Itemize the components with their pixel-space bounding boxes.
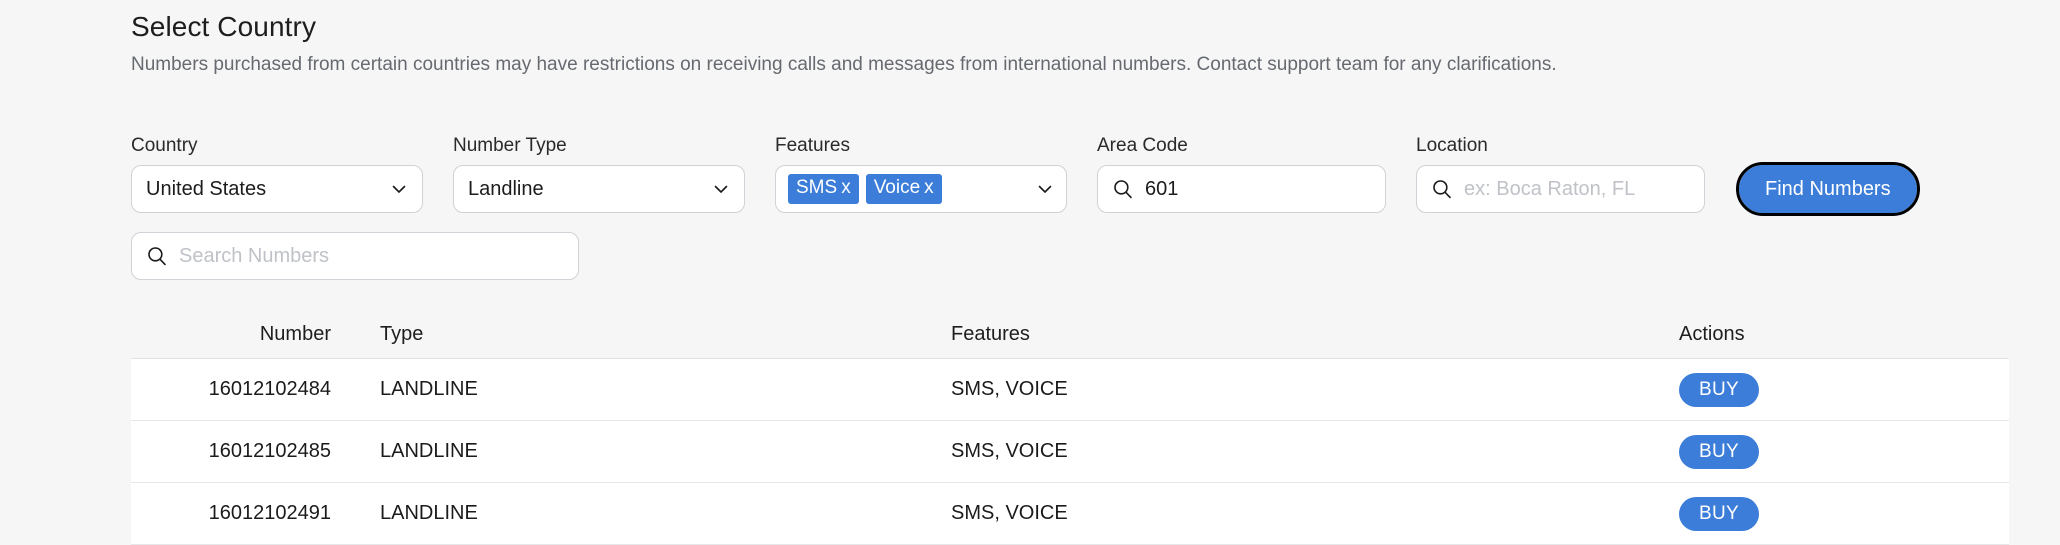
cell-features: SMS, VOICE bbox=[951, 440, 1068, 462]
remove-icon[interactable]: x bbox=[841, 177, 851, 198]
number-type-field: Number Type Landline bbox=[453, 134, 745, 213]
location-label: Location bbox=[1416, 135, 1488, 156]
chevron-down-icon bbox=[390, 180, 408, 198]
cell-number: 16012102484 bbox=[208, 378, 331, 400]
features-tag-list: SMS x Voice x bbox=[788, 174, 942, 204]
search-icon bbox=[1431, 178, 1453, 200]
page-header: Select Country Numbers purchased from ce… bbox=[0, 0, 2060, 79]
search-icon bbox=[1112, 178, 1134, 200]
area-code-value: 601 bbox=[1145, 177, 1179, 200]
cell-features: SMS, VOICE bbox=[951, 502, 1068, 524]
numbers-table: Number Type Features Actions 16012102484… bbox=[131, 310, 2009, 545]
chevron-down-icon bbox=[712, 180, 730, 198]
location-field: Location ex: Boca Raton, FL bbox=[1416, 134, 1705, 213]
cell-type: LANDLINE bbox=[380, 440, 478, 462]
country-select[interactable]: United States bbox=[131, 165, 423, 213]
search-icon bbox=[146, 245, 168, 267]
features-tag-sms-label: SMS bbox=[796, 177, 838, 198]
buy-button[interactable]: BUY bbox=[1679, 434, 1759, 469]
cell-actions: BUY bbox=[1639, 434, 2009, 469]
cell-features: SMS, VOICE bbox=[951, 378, 1068, 400]
table-row: 16012102491 LANDLINE SMS, VOICE BUY bbox=[131, 483, 2009, 545]
column-header-number: Number bbox=[259, 322, 331, 345]
page-title: Select Country bbox=[131, 11, 317, 42]
country-label: Country bbox=[131, 135, 198, 156]
location-input[interactable]: ex: Boca Raton, FL bbox=[1416, 165, 1705, 213]
search-numbers-input[interactable]: Search Numbers bbox=[131, 232, 579, 280]
cell-number: 16012102491 bbox=[208, 502, 331, 524]
area-code-label: Area Code bbox=[1097, 135, 1188, 156]
features-tag-voice[interactable]: Voice x bbox=[865, 174, 942, 204]
buy-button[interactable]: BUY bbox=[1679, 496, 1759, 531]
cell-actions: BUY bbox=[1639, 496, 2009, 531]
features-tag-sms[interactable]: SMS x bbox=[788, 174, 859, 204]
features-field: Features SMS x Voice x bbox=[775, 134, 1067, 213]
cell-actions: BUY bbox=[1639, 372, 2009, 407]
area-code-field: Area Code 601 bbox=[1097, 134, 1386, 213]
number-search-page: Select Country Numbers purchased from ce… bbox=[0, 0, 2060, 545]
number-type-label: Number Type bbox=[453, 135, 567, 156]
country-field: Country United States bbox=[131, 134, 423, 213]
table-header-row: Number Type Features Actions bbox=[131, 310, 2009, 359]
location-placeholder: ex: Boca Raton, FL bbox=[1464, 177, 1636, 200]
cell-number: 16012102485 bbox=[208, 440, 331, 462]
search-numbers-placeholder: Search Numbers bbox=[179, 244, 330, 267]
country-select-value: United States bbox=[146, 177, 267, 200]
buy-button[interactable]: BUY bbox=[1679, 372, 1759, 407]
column-header-type: Type bbox=[380, 322, 424, 345]
number-type-select-value: Landline bbox=[468, 177, 544, 200]
column-header-features: Features bbox=[951, 322, 1030, 345]
table-row: 16012102485 LANDLINE SMS, VOICE BUY bbox=[131, 421, 2009, 483]
cell-type: LANDLINE bbox=[380, 378, 478, 400]
chevron-down-icon bbox=[1036, 180, 1054, 198]
features-tag-voice-label: Voice bbox=[873, 177, 921, 198]
features-multiselect[interactable]: SMS x Voice x bbox=[775, 165, 1067, 213]
filter-bar: Country United States Number Type Landli… bbox=[131, 134, 1920, 216]
page-subtitle: Numbers purchased from certain countries… bbox=[131, 54, 1557, 75]
remove-icon[interactable]: x bbox=[924, 177, 934, 198]
find-numbers-button[interactable]: Find Numbers bbox=[1736, 162, 1920, 216]
features-label: Features bbox=[775, 135, 850, 156]
table-row: 16012102484 LANDLINE SMS, VOICE BUY bbox=[131, 359, 2009, 421]
area-code-input[interactable]: 601 bbox=[1097, 165, 1386, 213]
search-numbers-row: Search Numbers bbox=[131, 232, 579, 280]
cell-type: LANDLINE bbox=[380, 502, 478, 524]
number-type-select[interactable]: Landline bbox=[453, 165, 745, 213]
column-header-actions: Actions bbox=[1679, 322, 1745, 345]
